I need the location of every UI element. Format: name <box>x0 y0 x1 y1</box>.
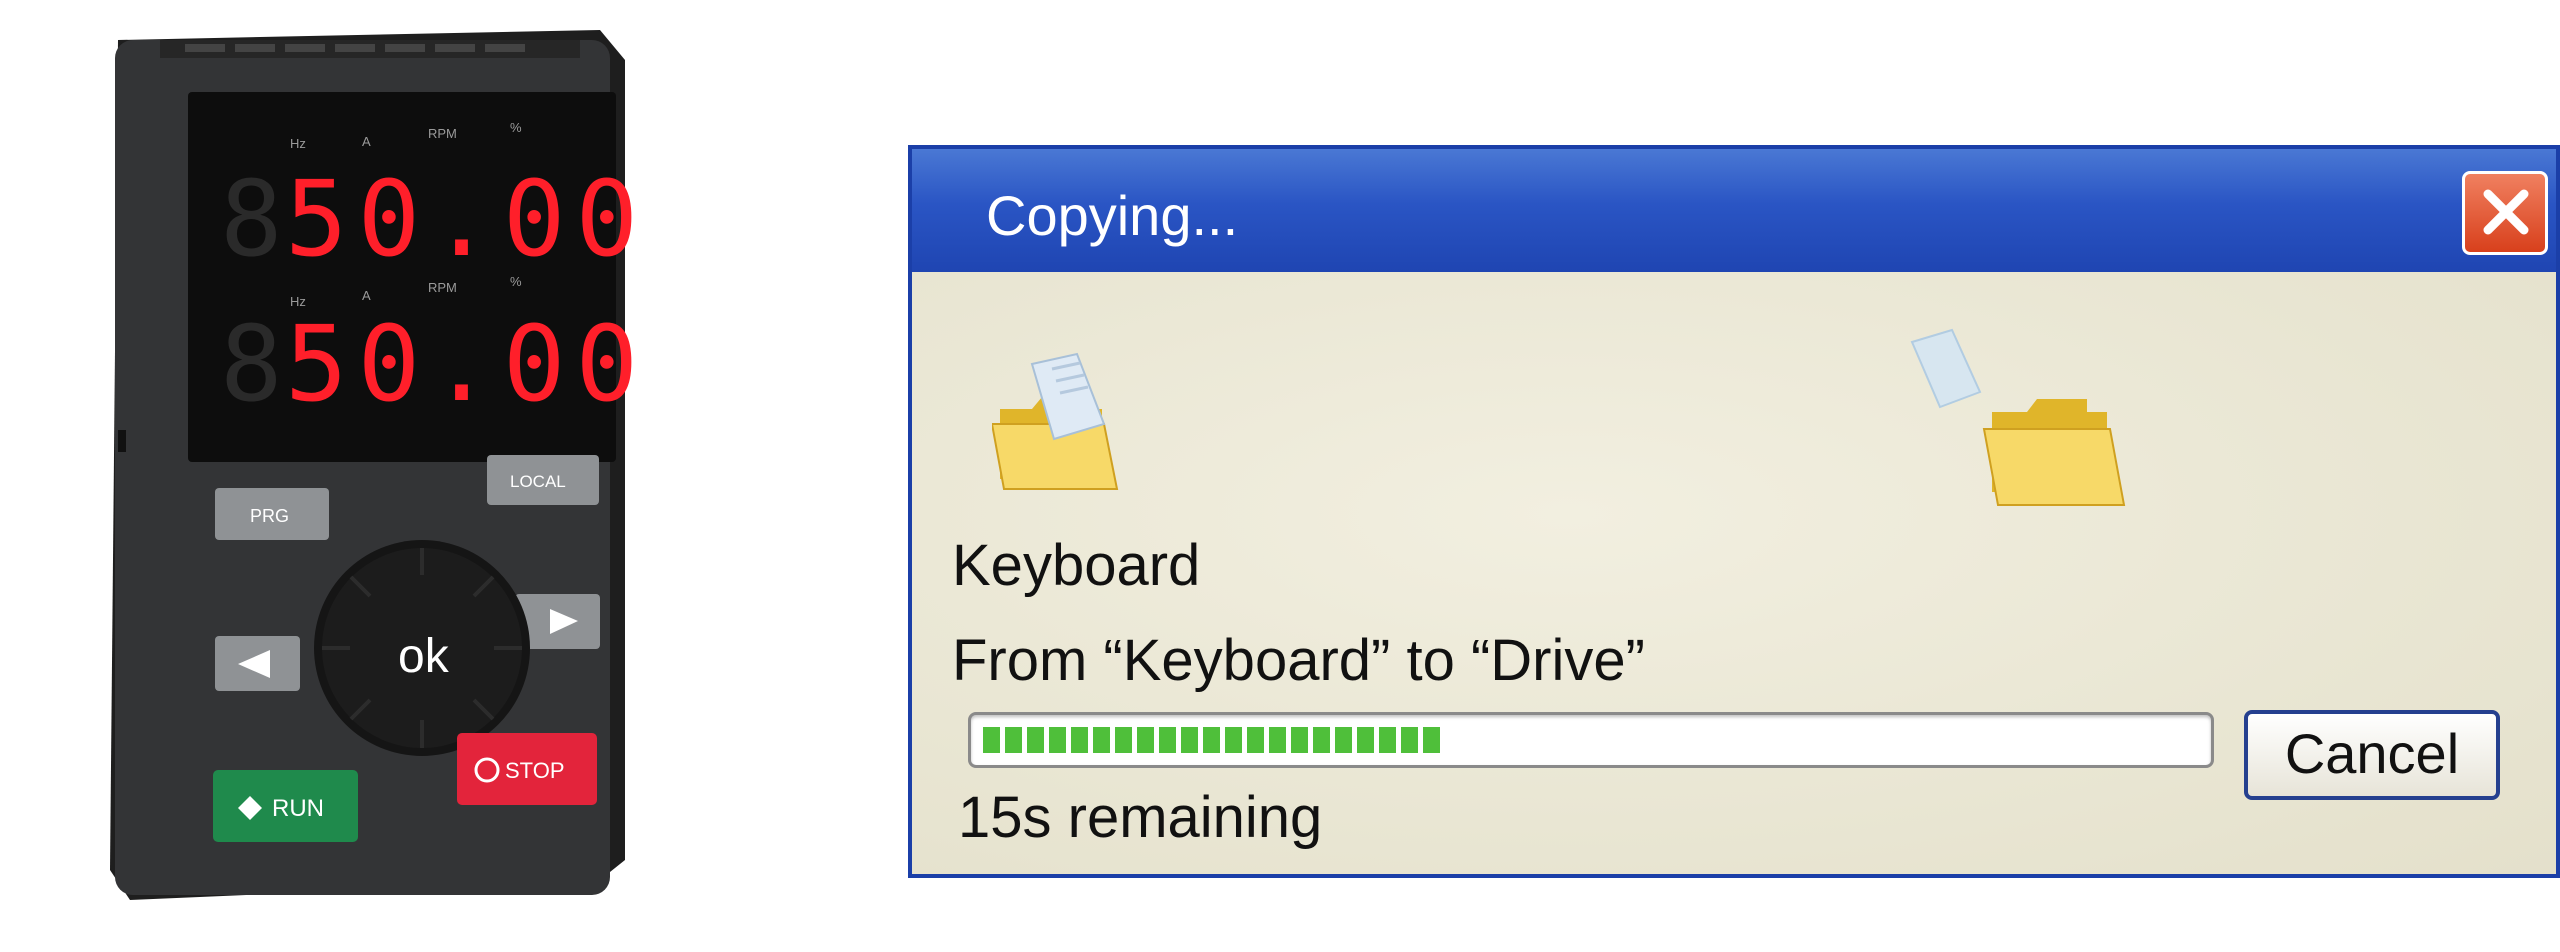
display-top-value: 50.00 <box>285 158 648 280</box>
progress-fill <box>983 727 1445 753</box>
unit-pct-top: % <box>510 120 522 135</box>
folder-icon <box>992 352 1119 490</box>
folder-icon <box>1982 399 2126 506</box>
display-bottom-value: 50.00 <box>285 303 648 425</box>
unit-rpm-bottom: RPM <box>428 280 457 295</box>
keypad-device: Hz A RPM % 8 50.00 Hz A RPM % 8 50.00 PR… <box>110 30 648 900</box>
title-bar[interactable]: Copying... <box>912 149 2556 272</box>
svg-text:8: 8 <box>220 158 283 280</box>
left-arrow-key[interactable] <box>215 636 300 691</box>
ok-label: ok <box>398 630 450 683</box>
svg-text:STOP: STOP <box>505 758 565 783</box>
progress-bar <box>968 712 2214 768</box>
cancel-button[interactable]: Cancel <box>2244 710 2500 800</box>
unit-hz-top: Hz <box>290 136 306 151</box>
dialog-title: Copying... <box>986 184 1239 247</box>
svg-text:RUN: RUN <box>272 795 324 822</box>
svg-text:8: 8 <box>220 303 283 425</box>
source-label: Keyboard <box>952 533 1201 598</box>
unit-a-top: A <box>362 134 371 149</box>
ok-dial[interactable]: ok <box>314 540 530 756</box>
close-icon <box>2483 189 2529 235</box>
copy-dialog: Copying... Keyboard From “Keyboard” to “… <box>908 145 2560 878</box>
time-remaining: 15s remaining <box>958 785 1323 850</box>
unit-a-bottom: A <box>362 288 371 303</box>
stop-key[interactable]: STOP <box>457 733 597 805</box>
unit-pct-bottom: % <box>510 274 522 289</box>
prg-key[interactable]: PRG <box>215 488 329 540</box>
run-key[interactable]: RUN <box>213 770 358 842</box>
keypad-panel: Hz A RPM % 8 50.00 Hz A RPM % 8 50.00 PR… <box>0 0 720 952</box>
from-to-text: From “Keyboard” to “Drive” <box>952 628 1645 693</box>
unit-rpm-top: RPM <box>428 126 457 141</box>
svg-text:PRG: PRG <box>250 506 289 526</box>
svg-text:LOCAL: LOCAL <box>510 472 566 491</box>
dialog-body: Keyboard From “Keyboard” to “Drive” Canc… <box>912 272 2556 874</box>
close-button[interactable] <box>2462 171 2548 255</box>
local-remote-key[interactable]: LOCAL <box>487 455 599 505</box>
